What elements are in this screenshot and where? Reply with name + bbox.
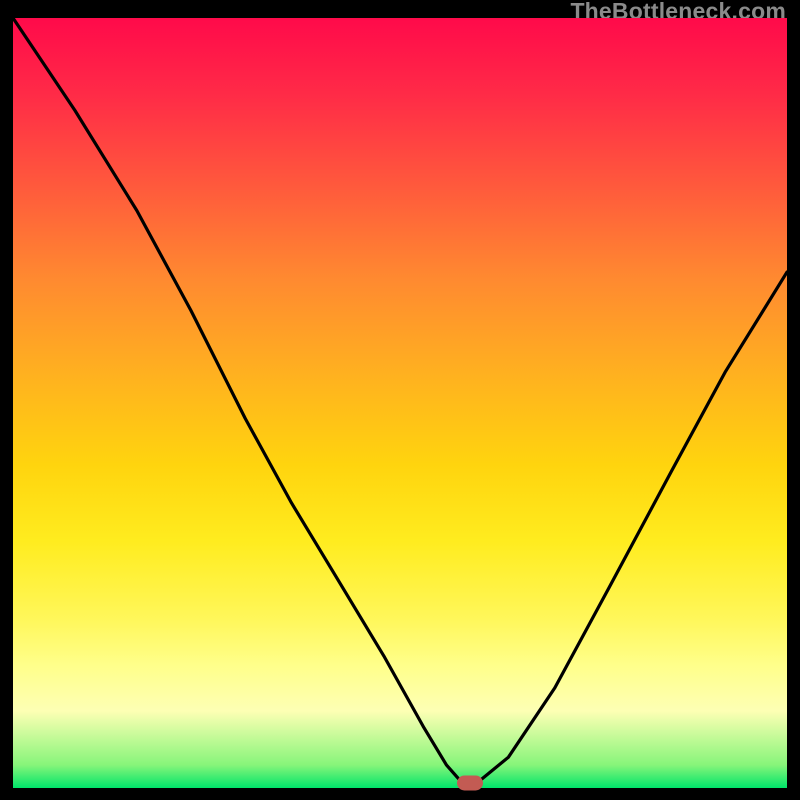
chart-area [13, 18, 787, 788]
bottleneck-marker [457, 775, 483, 790]
curve-svg [13, 18, 787, 788]
